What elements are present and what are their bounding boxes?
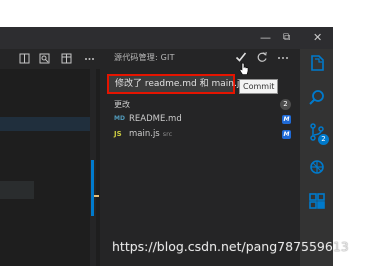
markdown-file-icon: MD <box>114 115 125 122</box>
changes-header[interactable]: 更改 <box>114 99 130 111</box>
more-actions-icon[interactable] <box>277 51 289 67</box>
search-icon[interactable] <box>306 87 328 109</box>
file-name-wrap: main.js src <box>129 128 172 140</box>
scrollbar-slider[interactable] <box>91 160 94 216</box>
scm-title: 源代码管理: GIT <box>114 53 175 62</box>
file-name: README.md <box>129 114 182 124</box>
more-icon[interactable] <box>84 53 95 68</box>
watermark-text: https://blog.csdn.net/pang787559613 <box>112 239 349 254</box>
split-editor-icon[interactable] <box>19 53 30 68</box>
modified-badge: M <box>282 115 291 124</box>
debug-icon[interactable] <box>306 156 328 178</box>
changes-count-badge: 2 <box>280 99 291 110</box>
editor-selection <box>0 117 90 131</box>
overview-marker <box>94 195 99 197</box>
extensions-icon[interactable] <box>306 190 328 212</box>
commit-message-value: 修改了 readme.md 和 main.js <box>115 79 245 89</box>
commit-message-input[interactable]: 修改了 readme.md 和 main.js <box>107 74 244 94</box>
mouse-cursor-icon <box>239 61 249 75</box>
restore-button[interactable]: ⧉ <box>283 31 290 45</box>
minimize-button[interactable]: — <box>260 31 271 45</box>
file-name: main.js <box>129 129 160 139</box>
close-button[interactable]: ✕ <box>313 31 322 45</box>
commit-tooltip: Commit <box>239 79 279 94</box>
file-dir: src <box>162 130 173 138</box>
editor-area[interactable] <box>0 69 100 266</box>
list-item[interactable]: MD README.md <box>114 113 294 125</box>
page-background <box>333 27 384 266</box>
scm-count-badge: 2 <box>318 134 329 145</box>
editor-line-highlight <box>0 181 34 199</box>
search-icon[interactable] <box>39 53 50 68</box>
list-item[interactable]: JS main.js src <box>114 128 294 140</box>
explorer-icon[interactable] <box>306 53 328 75</box>
javascript-file-icon: JS <box>114 130 122 138</box>
refresh-icon[interactable] <box>256 51 268 67</box>
modified-badge: M <box>282 130 291 139</box>
layout-icon[interactable] <box>61 53 72 68</box>
